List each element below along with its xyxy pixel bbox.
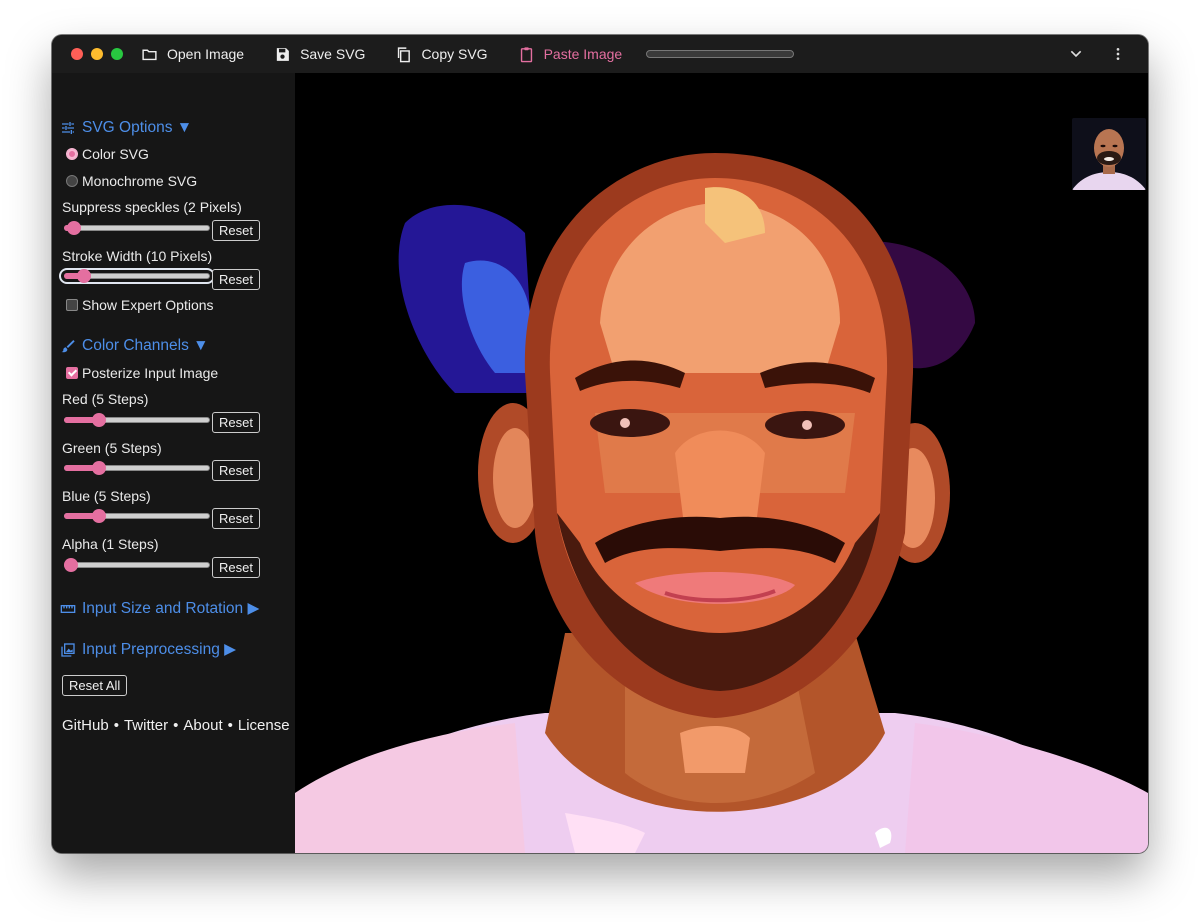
expert-options-label: Show Expert Options <box>82 297 214 313</box>
red-slider[interactable] <box>64 413 210 427</box>
alpha-reset-button[interactable]: Reset <box>212 557 260 578</box>
minimize-window-button[interactable] <box>91 48 103 60</box>
mono-svg-label: Monochrome SVG <box>82 173 198 189</box>
svg-options-title: SVG Options ▼ <box>82 119 193 136</box>
progress-bar <box>646 50 795 58</box>
blue-label: Blue (5 Steps) <box>62 488 151 504</box>
clipboard-icon <box>520 46 532 62</box>
titlebar: Open Image Save SVG Copy SVG Paste Image <box>52 35 1148 73</box>
footer-separator: • <box>113 717 119 734</box>
preprocessing-title: Input Preprocessing ▶ <box>82 641 237 658</box>
chevron-down-icon[interactable] <box>1068 46 1084 62</box>
sidebar: SVG Options ▼ Color SVG Monochrome SVG S… <box>52 73 295 853</box>
svg-preview-canvas[interactable] <box>295 73 1148 853</box>
color-svg-option[interactable]: Color SVG <box>66 146 149 162</box>
posterized-portrait <box>295 153 1148 853</box>
blue-reset-button[interactable]: Reset <box>212 508 260 529</box>
footer-separator: • <box>173 717 179 734</box>
svg-options-header[interactable]: SVG Options ▼ <box>60 119 192 137</box>
save-svg-button[interactable]: Save SVG <box>274 46 365 63</box>
original-photo <box>1072 118 1146 190</box>
speckles-slider[interactable] <box>64 221 210 235</box>
expert-options-toggle[interactable]: Show Expert Options <box>66 297 214 313</box>
green-slider[interactable] <box>64 461 210 475</box>
tune-icon <box>62 122 74 134</box>
copy-svg-label: Copy SVG <box>421 46 488 62</box>
speckles-label: Suppress speckles (2 Pixels) <box>62 199 242 215</box>
copy-svg-button[interactable]: Copy SVG <box>395 46 488 63</box>
mono-svg-radio[interactable] <box>66 175 78 187</box>
green-label: Green (5 Steps) <box>62 440 162 456</box>
brush-icon <box>61 340 75 353</box>
paste-image-button[interactable]: Paste Image <box>518 46 623 63</box>
color-svg-radio[interactable] <box>66 148 78 160</box>
open-image-button[interactable]: Open Image <box>141 46 244 63</box>
titlebar-right <box>1068 35 1126 73</box>
ruler-icon <box>60 604 76 613</box>
license-link[interactable]: License <box>238 717 290 734</box>
alpha-label: Alpha (1 Steps) <box>62 536 159 552</box>
speckles-reset-button[interactable]: Reset <box>212 220 260 241</box>
image-stack-icon <box>61 642 75 657</box>
folder-icon <box>142 49 157 60</box>
posterize-label: Posterize Input Image <box>82 365 219 381</box>
posterize-checkbox[interactable] <box>66 367 78 379</box>
posterize-toggle[interactable]: Posterize Input Image <box>66 365 218 381</box>
stroke-width-reset-button[interactable]: Reset <box>212 269 260 290</box>
app-window: Open Image Save SVG Copy SVG Paste Image… <box>52 35 1148 853</box>
mono-svg-option[interactable]: Monochrome SVG <box>66 173 197 189</box>
footer-separator: • <box>227 717 233 734</box>
original-image-thumbnail[interactable] <box>1072 118 1146 190</box>
expert-options-checkbox[interactable] <box>66 299 78 311</box>
size-rotation-header[interactable]: Input Size and Rotation ▶ <box>60 599 259 618</box>
color-channels-title: Color Channels ▼ <box>82 337 209 354</box>
red-reset-button[interactable]: Reset <box>212 412 260 433</box>
paste-image-label: Paste Image <box>543 46 623 62</box>
preprocessing-header[interactable]: Input Preprocessing ▶ <box>60 640 236 659</box>
color-svg-label: Color SVG <box>82 146 149 162</box>
reset-all-button[interactable]: Reset All <box>62 675 128 696</box>
more-vertical-icon[interactable] <box>1110 46 1126 62</box>
red-label: Red (5 Steps) <box>62 391 149 407</box>
alpha-slider[interactable] <box>64 558 210 572</box>
footer-links: GitHub • Twitter • About • License <box>62 717 290 734</box>
color-channels-header[interactable]: Color Channels ▼ <box>60 337 208 355</box>
size-rotation-title: Input Size and Rotation ▶ <box>82 600 260 617</box>
stroke-width-slider[interactable] <box>59 268 215 284</box>
copy-icon <box>398 46 411 62</box>
github-link[interactable]: GitHub <box>62 717 109 734</box>
save-svg-label: Save SVG <box>300 46 366 62</box>
close-window-button[interactable] <box>71 48 83 60</box>
open-image-label: Open Image <box>167 46 245 62</box>
about-link[interactable]: About <box>183 717 222 734</box>
twitter-link[interactable]: Twitter <box>124 717 168 734</box>
save-icon <box>276 47 289 61</box>
stroke-width-label: Stroke Width (10 Pixels) <box>62 248 213 264</box>
window-controls <box>71 48 123 60</box>
zoom-window-button[interactable] <box>111 48 123 60</box>
blue-slider[interactable] <box>64 509 210 523</box>
green-reset-button[interactable]: Reset <box>212 460 260 481</box>
